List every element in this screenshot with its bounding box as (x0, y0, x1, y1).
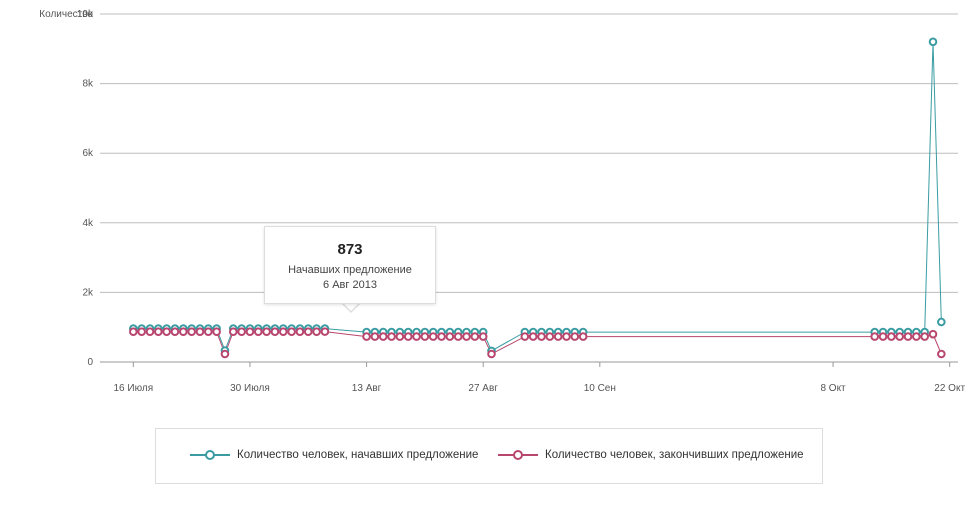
x-tick-label: 8 Окт (820, 383, 846, 394)
data-point-1[interactable] (470, 332, 480, 341)
x-tick-label: 22 Окт (934, 383, 965, 394)
data-point-1[interactable] (420, 332, 430, 341)
data-point-1[interactable] (487, 349, 496, 359)
data-point-0[interactable] (937, 317, 946, 327)
data-point-1[interactable] (878, 332, 888, 341)
tooltip: 873 Начавших предложение 6 Авг 2013 (264, 226, 436, 304)
data-point-1[interactable] (170, 327, 180, 337)
data-point-1[interactable] (195, 327, 205, 337)
data-point-1[interactable] (220, 349, 230, 359)
x-tick-label: 30 Июля (230, 383, 270, 394)
data-point-1[interactable] (187, 327, 196, 337)
data-point-1[interactable] (937, 349, 946, 359)
data-point-1[interactable] (403, 332, 413, 341)
data-point-1[interactable] (212, 327, 221, 337)
y-tick-label: 6k (82, 148, 94, 159)
data-point-1[interactable] (303, 327, 313, 337)
tooltip-value: 873 (337, 241, 363, 258)
data-point-1[interactable] (378, 332, 388, 341)
data-point-1[interactable] (462, 332, 471, 341)
x-tick-label: 13 Авг (352, 383, 382, 394)
legend-label-finished: Количество человек, закончивших предложе… (545, 449, 804, 461)
series-line-1 (133, 331, 942, 356)
data-point-1[interactable] (928, 329, 938, 339)
data-point-1[interactable] (895, 332, 904, 341)
data-point-1[interactable] (320, 327, 330, 336)
y-tick-label: 0 (87, 357, 93, 368)
data-point-1[interactable] (887, 332, 896, 341)
y-axis-title: Количество (39, 9, 93, 20)
y-tick-label: 4k (82, 218, 94, 229)
data-point-1[interactable] (129, 327, 138, 337)
x-tick-label: 27 Авг (468, 383, 498, 394)
data-point-1[interactable] (270, 327, 280, 337)
data-point-1[interactable] (262, 327, 271, 337)
data-point-1[interactable] (903, 332, 913, 341)
data-point-1[interactable] (537, 332, 546, 341)
data-point-1[interactable] (145, 327, 155, 337)
data-point-1[interactable] (154, 327, 163, 337)
data-point-1[interactable] (287, 327, 296, 337)
data-point-1[interactable] (920, 332, 929, 341)
data-point-1[interactable] (245, 327, 255, 337)
line-chart: 02k4k6k8k10k16 Июля 30 Июля 13 Авг 27 Авг 10… (39, 9, 965, 394)
data-point-1[interactable] (253, 327, 263, 337)
data-point-1[interactable] (553, 332, 563, 341)
data-point-1[interactable] (570, 332, 580, 341)
data-point-1[interactable] (478, 332, 488, 341)
y-tick-label: 8k (82, 79, 94, 90)
data-point-1[interactable] (562, 332, 571, 341)
legend: Количество человек, начавших предложение… (155, 428, 823, 484)
data-point-1[interactable] (362, 332, 371, 341)
data-point-1[interactable] (545, 332, 555, 341)
x-tick-label: 10 Сен (584, 383, 616, 394)
data-point-1[interactable] (203, 327, 213, 337)
data-point-1[interactable] (295, 327, 305, 337)
data-point-1[interactable] (520, 332, 530, 341)
data-point-1[interactable] (412, 332, 421, 341)
x-tick-label: 16 Июля (114, 383, 154, 394)
data-point-0[interactable] (928, 37, 938, 47)
legend-item-started[interactable]: Количество человек, начавших предложение (190, 449, 478, 461)
data-point-1[interactable] (528, 332, 538, 341)
data-point-1[interactable] (578, 332, 588, 341)
series-lines (129, 37, 946, 359)
data-point-1[interactable] (387, 332, 396, 341)
data-point-1[interactable] (453, 332, 463, 341)
data-point-1[interactable] (445, 332, 455, 341)
series-line-0 (133, 41, 942, 352)
tooltip-label: Начавших предложение (288, 264, 412, 276)
y-tick-label: 2k (82, 287, 94, 298)
grid-lines (100, 13, 958, 363)
legend-label-started: Количество человек, начавших предложение (237, 449, 479, 461)
tooltip-date: 6 Авг 2013 (323, 279, 377, 291)
data-point-1[interactable] (162, 327, 171, 337)
data-point-1[interactable] (228, 327, 238, 337)
legend-swatch-started (190, 449, 230, 461)
data-point-1[interactable] (370, 332, 380, 341)
data-point-1[interactable] (278, 327, 288, 337)
data-point-1[interactable] (912, 332, 921, 341)
data-point-1[interactable] (179, 327, 188, 337)
data-point-1[interactable] (137, 327, 146, 337)
data-point-1[interactable] (428, 332, 438, 341)
legend-item-finished[interactable]: Количество человек, закончивших предложе… (498, 449, 804, 461)
data-point-1[interactable] (312, 327, 321, 337)
data-point-1[interactable] (437, 332, 446, 341)
legend-swatch-finished (498, 449, 538, 461)
data-point-1[interactable] (395, 332, 405, 341)
data-point-1[interactable] (870, 332, 879, 341)
data-point-1[interactable] (237, 327, 246, 337)
